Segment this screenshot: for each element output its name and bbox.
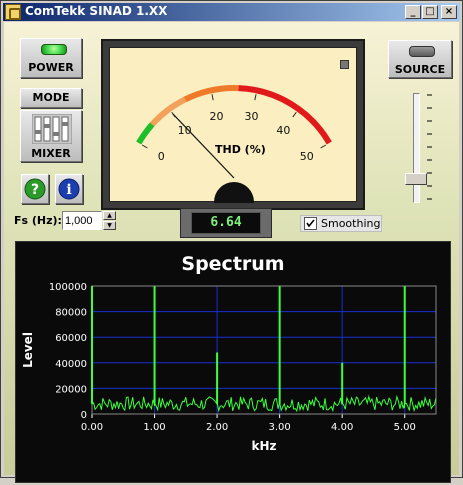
y-tick-label: 80000 xyxy=(55,308,87,319)
spectrum-chart: Spectrum 0 20000 40000 60000 80000 100000 0.00 1… xyxy=(21,253,437,453)
smoothing-label: Smoothing xyxy=(321,217,381,230)
y-tick-label: 0 xyxy=(81,410,87,421)
y-tick-label: 20000 xyxy=(55,384,87,395)
slider-thumb[interactable] xyxy=(405,173,427,185)
fs-spinner[interactable]: ▲ ▼ xyxy=(103,211,116,230)
x-tick-label: 4.00 xyxy=(331,422,353,433)
window-title: ComTekk SINAD 1.XX xyxy=(25,4,168,18)
close-button[interactable]: × xyxy=(441,5,457,19)
x-axis-label: kHz xyxy=(251,439,276,453)
meter-hub-icon xyxy=(214,182,254,203)
help-icon: ? xyxy=(24,178,46,200)
thd-meter: 0 10 20 30 40 50 THD (%) xyxy=(101,39,365,210)
x-tick-label: 0.00 xyxy=(81,422,103,433)
title-bar[interactable]: ComTekk SINAD 1.XX _ □ × xyxy=(3,3,460,21)
meter-indicator-icon xyxy=(340,60,349,69)
meter-tick xyxy=(320,144,327,149)
chart-title: Spectrum xyxy=(181,253,284,275)
meter-tick xyxy=(211,94,214,101)
source-button[interactable]: SOURCE xyxy=(388,40,452,78)
power-label: POWER xyxy=(28,61,74,74)
mode-label: MODE xyxy=(32,91,70,104)
y-tick-label: 40000 xyxy=(55,359,87,370)
y-tick-label: 100000 xyxy=(49,282,87,293)
source-label: SOURCE xyxy=(394,63,446,76)
mixer-button[interactable]: MIXER xyxy=(20,110,82,162)
info-icon: i xyxy=(58,178,80,200)
fs-label: Fs (Hz): xyxy=(14,214,62,227)
smoothing-check-icon xyxy=(304,217,317,230)
spectrum-series-line xyxy=(91,285,437,413)
meter-tick xyxy=(292,111,297,118)
x-tick-label: 1.00 xyxy=(143,422,165,433)
thd-readout: 6.64 xyxy=(191,212,261,234)
mixer-label: MIXER xyxy=(31,147,71,160)
help-button[interactable]: ? xyxy=(21,174,49,204)
power-led-icon xyxy=(41,44,67,55)
meter-unit-label: THD (%) xyxy=(215,143,266,156)
main-panel: POWER MODE MIXER ? i Fs (Hz): 1,000 ▲ ▼ … xyxy=(4,22,459,483)
meter-dial: 01020 304050 xyxy=(136,85,332,203)
meter-arc-segment xyxy=(136,122,155,145)
meter-tick-label: 30 xyxy=(244,110,258,123)
app-window: ComTekk SINAD 1.XX _ □ × POWER MODE MIXE… xyxy=(0,0,463,483)
smoothing-checkbox[interactable]: Smoothing xyxy=(300,215,382,232)
fs-input[interactable] xyxy=(62,211,102,230)
x-tick-label: 3.00 xyxy=(269,422,291,433)
thd-readout-panel: 6.64 xyxy=(180,208,272,238)
meter-tick-label: 0 xyxy=(158,150,165,163)
minimize-button[interactable]: _ xyxy=(405,5,421,19)
x-tick-label: 5.00 xyxy=(394,422,416,433)
source-led-icon xyxy=(409,46,435,57)
app-icon xyxy=(5,4,21,20)
power-button[interactable]: POWER xyxy=(20,38,82,78)
slider-ticks xyxy=(427,94,432,200)
level-slider[interactable] xyxy=(401,87,438,209)
meter-tick xyxy=(254,94,257,101)
spin-up-icon[interactable]: ▲ xyxy=(103,211,116,220)
y-axis-label: Level xyxy=(21,332,35,368)
mixer-icon xyxy=(32,114,72,144)
meter-tick-label: 20 xyxy=(210,110,224,123)
meter-face: 0 10 20 30 40 50 THD (%) xyxy=(109,47,357,203)
spin-down-icon[interactable]: ▼ xyxy=(103,221,116,230)
x-tick-label: 2.00 xyxy=(206,422,228,433)
plot-area xyxy=(91,285,437,415)
meter-tick-label: 40 xyxy=(276,124,290,137)
maximize-button[interactable]: □ xyxy=(422,5,438,19)
meter-arc-segment xyxy=(183,85,239,103)
slider-track xyxy=(413,93,420,203)
y-tick-label: 60000 xyxy=(55,333,87,344)
info-button[interactable]: i xyxy=(55,174,83,204)
spectrum-panel: Spectrum 0 20000 40000 60000 80000 100000 0.00 1… xyxy=(15,241,451,483)
svg-text:?: ? xyxy=(31,182,39,198)
meter-tick xyxy=(141,144,148,149)
svg-text:i: i xyxy=(66,182,71,198)
meter-tick-label: 50 xyxy=(300,150,314,163)
mode-button[interactable]: MODE xyxy=(20,88,82,108)
